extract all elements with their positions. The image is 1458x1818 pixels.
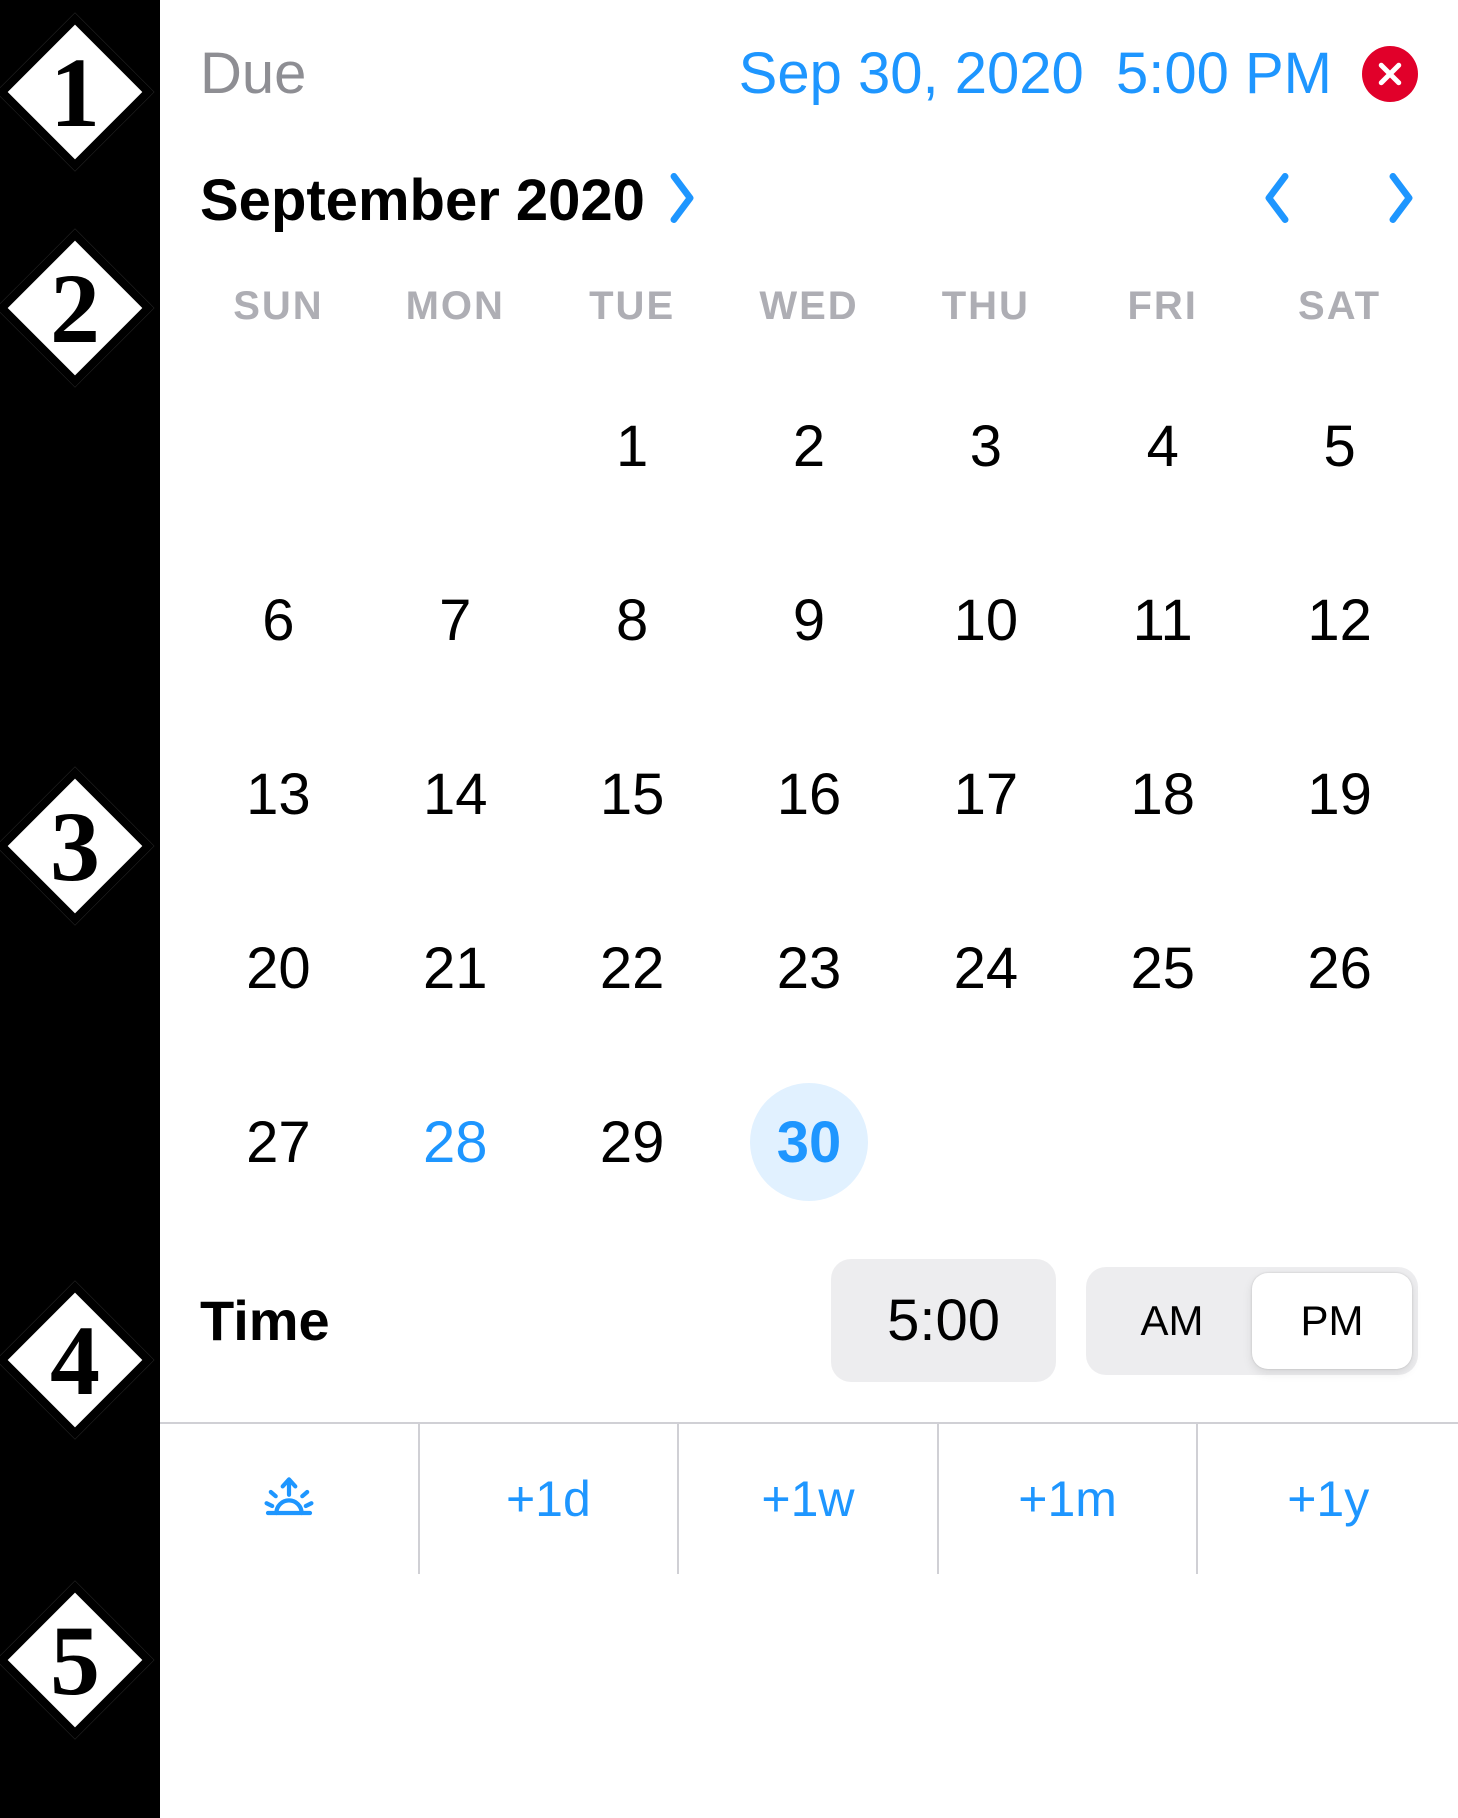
due-header-row: Due Sep 30, 2020 5:00 PM [160,0,1458,167]
annotation-marker: 5 [0,1580,155,1740]
calendar-blank [190,359,367,533]
shortcut-1w[interactable]: +1w [679,1424,939,1574]
shortcut-1d[interactable]: +1d [420,1424,680,1574]
calendar-day[interactable]: 28 [367,1055,544,1229]
month-title[interactable]: September 2020 [200,167,645,234]
shortcut-today[interactable] [160,1424,420,1574]
calendar-day[interactable]: 16 [721,707,898,881]
next-month-button[interactable] [1384,171,1418,230]
calendar-day[interactable]: 6 [190,533,367,707]
sunset-icon [254,1469,324,1529]
due-value[interactable]: Sep 30, 2020 5:00 PM [739,40,1332,107]
prev-month-button[interactable] [1260,171,1294,230]
calendar-day[interactable]: 5 [1251,359,1428,533]
close-icon [1375,59,1405,89]
shortcut-1m[interactable]: +1m [939,1424,1199,1574]
calendar-day[interactable]: 29 [544,1055,721,1229]
calendar-day[interactable]: 25 [1074,881,1251,1055]
calendar-day[interactable]: 20 [190,881,367,1055]
calendar-day[interactable]: 7 [367,533,544,707]
chevron-left-icon [1260,171,1294,225]
calendar-day[interactable]: 13 [190,707,367,881]
calendar-day[interactable]: 17 [897,707,1074,881]
calendar-day[interactable]: 15 [544,707,721,881]
calendar-day[interactable]: 19 [1251,707,1428,881]
shortcut-row: +1d+1w+1m+1y [160,1422,1458,1574]
calendar-day[interactable]: 4 [1074,359,1251,533]
calendar-day[interactable]: 9 [721,533,898,707]
annotation-marker: 1 [0,12,155,172]
weekday-header: SUNMONTUEWEDTHUFRISAT [160,274,1458,359]
weekday-label: TUE [544,274,721,359]
due-date-text: Sep 30, 2020 [739,41,1084,106]
calendar-day[interactable]: 21 [367,881,544,1055]
weekday-label: THU [897,274,1074,359]
calendar-day[interactable]: 26 [1251,881,1428,1055]
calendar-day[interactable]: 2 [721,359,898,533]
calendar-blank [367,359,544,533]
calendar-grid: 1234567891011121314151617181920212223242… [160,359,1458,1229]
weekday-label: FRI [1074,274,1251,359]
annotation-marker: 3 [0,766,155,926]
calendar-day[interactable]: 18 [1074,707,1251,881]
month-expand-button[interactable] [665,171,699,230]
month-nav-row: September 2020 [160,167,1458,274]
ampm-pm[interactable]: PM [1252,1273,1412,1369]
weekday-label: SAT [1251,274,1428,359]
calendar-day[interactable]: 11 [1074,533,1251,707]
chevron-right-icon [1384,171,1418,225]
calendar-day[interactable]: 27 [190,1055,367,1229]
clear-due-button[interactable] [1362,46,1418,102]
annotation-marker: 2 [0,228,155,388]
calendar-day[interactable]: 14 [367,707,544,881]
calendar-day[interactable]: 23 [721,881,898,1055]
ampm-am[interactable]: AM [1092,1273,1252,1369]
time-label: Time [200,1288,330,1353]
date-picker-panel: Due Sep 30, 2020 5:00 PM September 2020 … [160,0,1458,1818]
weekday-label: WED [721,274,898,359]
calendar-day[interactable]: 10 [897,533,1074,707]
time-value[interactable]: 5:00 [831,1259,1056,1382]
due-label: Due [200,40,306,107]
calendar-day[interactable]: 1 [544,359,721,533]
calendar-day[interactable]: 8 [544,533,721,707]
annotation-marker: 4 [0,1280,155,1440]
weekday-label: MON [367,274,544,359]
time-row: Time 5:00 AMPM [160,1229,1458,1422]
weekday-label: SUN [190,274,367,359]
calendar-day[interactable]: 24 [897,881,1074,1055]
calendar-day[interactable]: 3 [897,359,1074,533]
due-time-text: 5:00 PM [1116,41,1332,106]
chevron-right-icon [665,171,699,225]
ampm-toggle[interactable]: AMPM [1086,1267,1418,1375]
calendar-day[interactable]: 30 [721,1055,898,1229]
shortcut-1y[interactable]: +1y [1198,1424,1458,1574]
calendar-day[interactable]: 12 [1251,533,1428,707]
calendar-day[interactable]: 22 [544,881,721,1055]
